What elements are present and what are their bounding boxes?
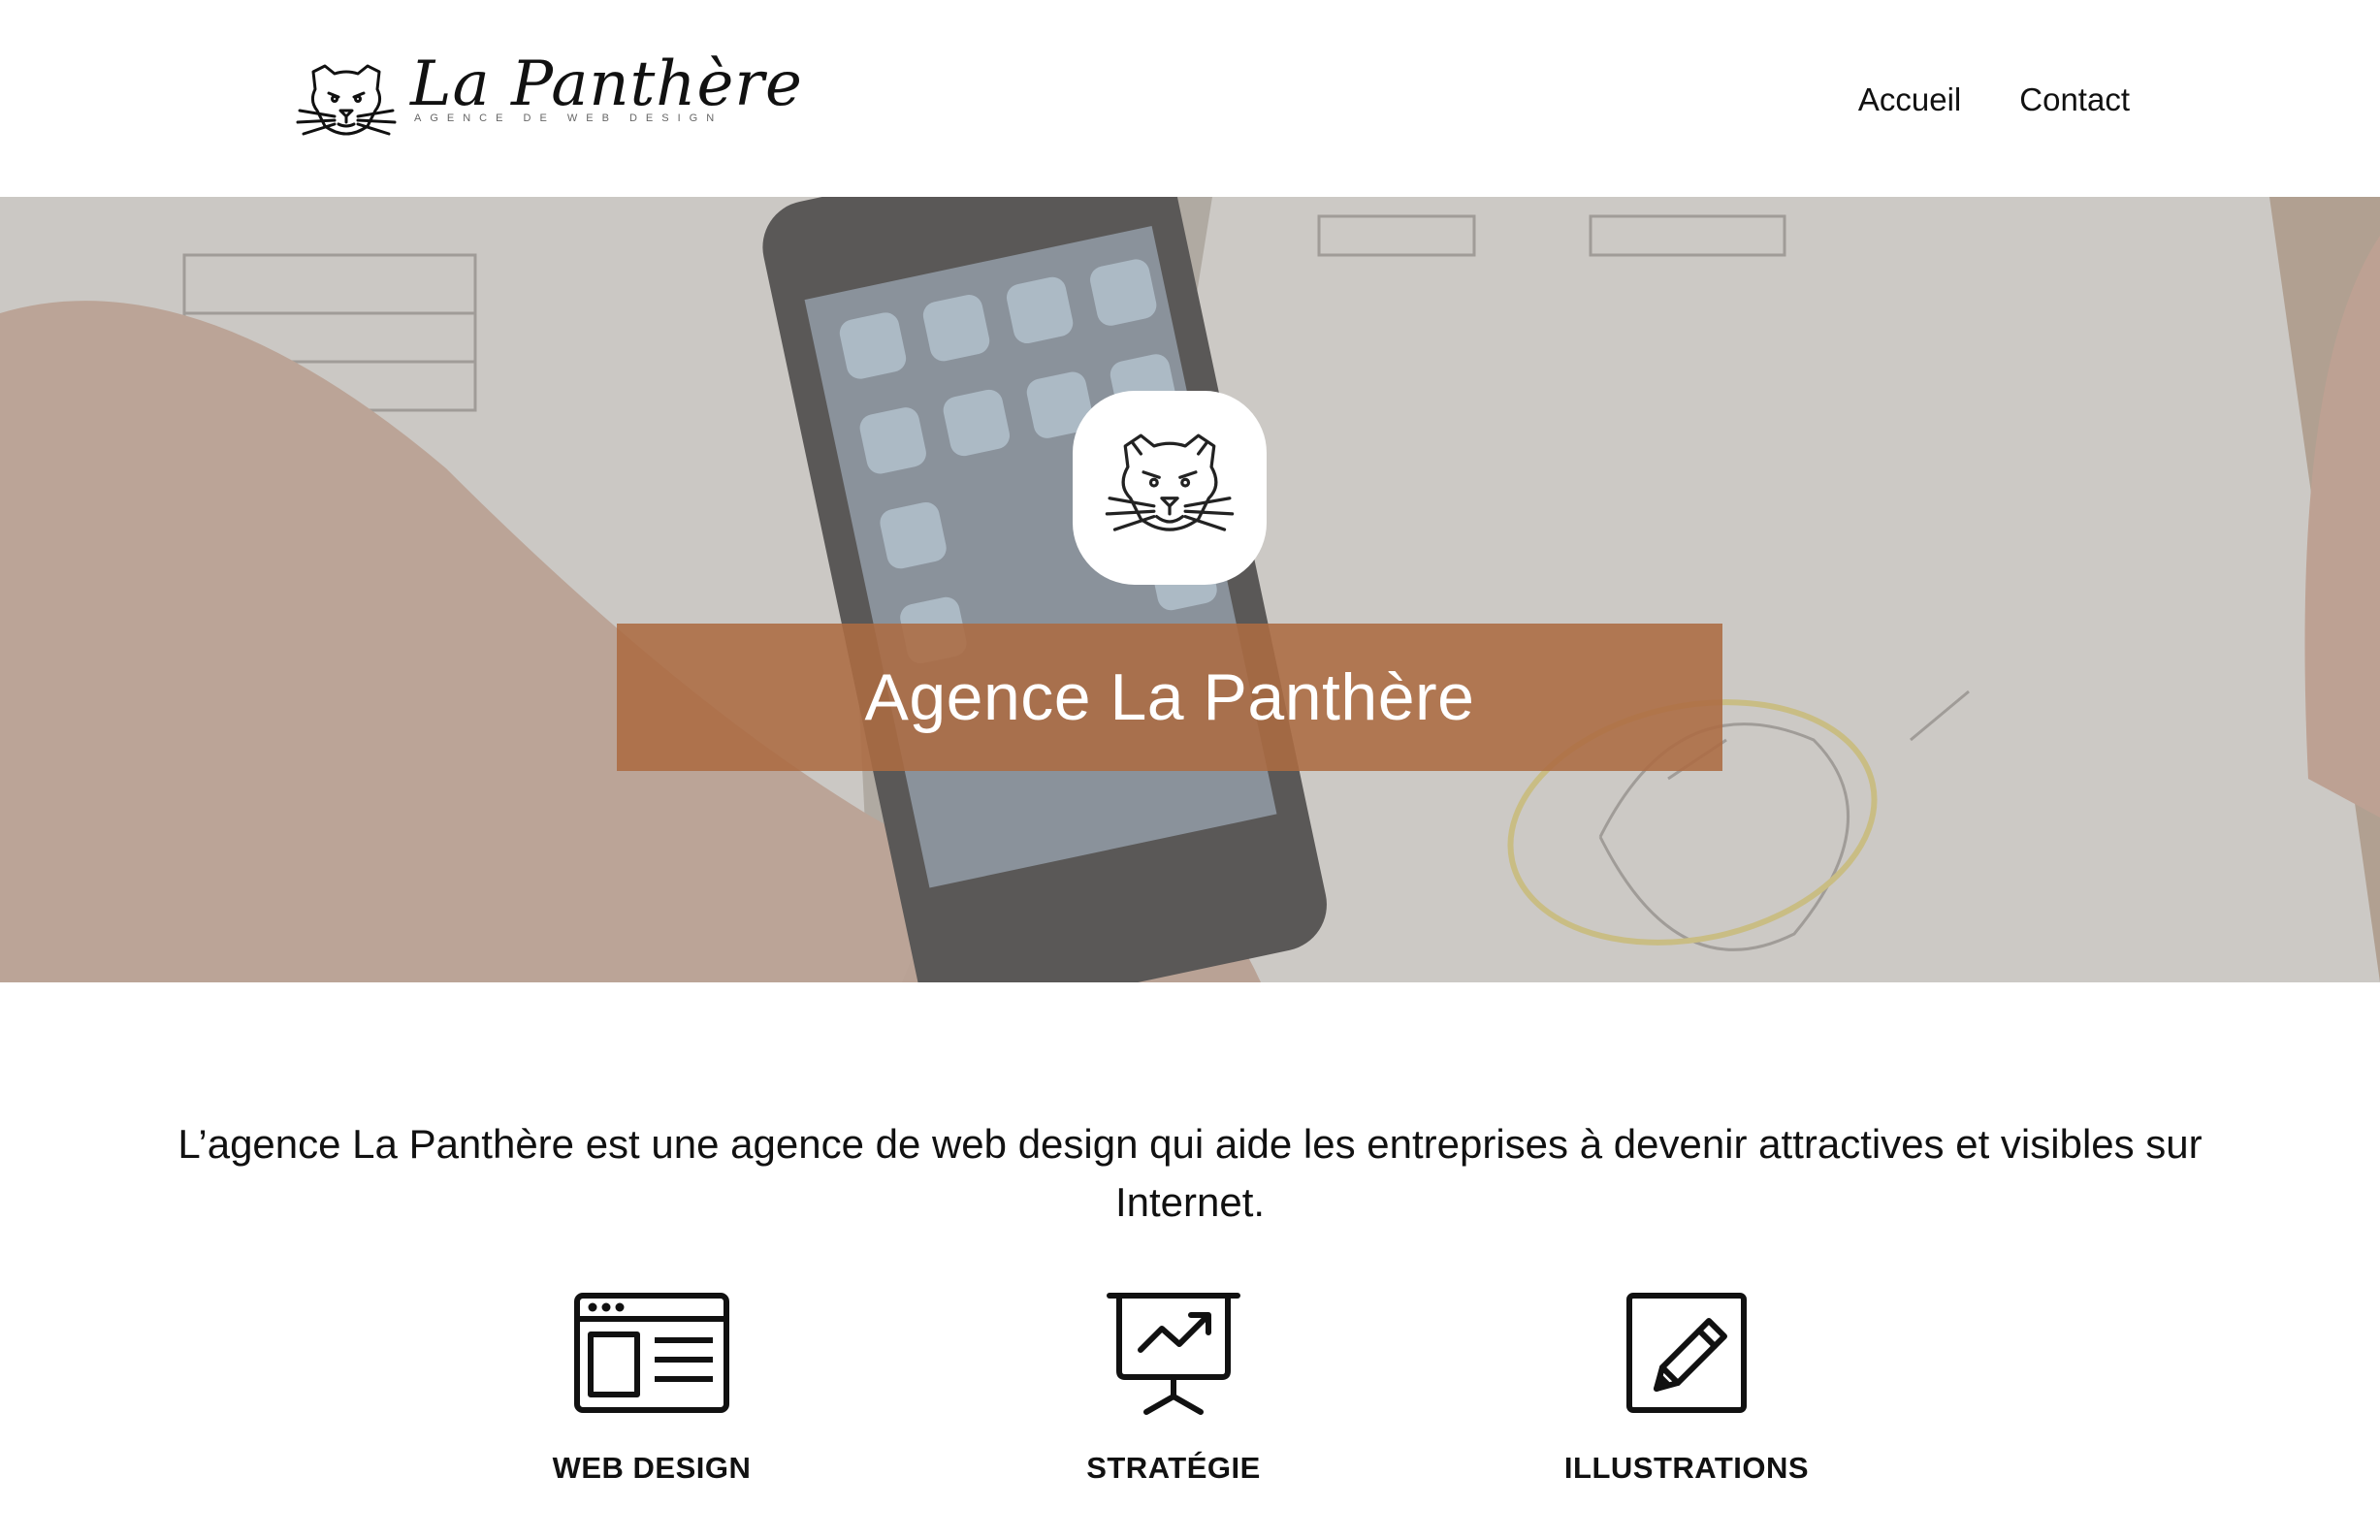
panther-head-icon — [296, 64, 397, 136]
hero-background-image — [0, 197, 2380, 982]
hero-title: Agence La Panthère — [864, 660, 1475, 734]
brand-tagline: AGENCE DE WEB DESIGN — [414, 112, 724, 124]
site-logo[interactable]: La Panthère AGENCE DE WEB DESIGN — [296, 48, 802, 151]
service-web-design: WEB DESIGN — [477, 1290, 826, 1486]
service-label: ILLUSTRATIONS — [1563, 1451, 1810, 1485]
site-header: La Panthère AGENCE DE WEB DESIGN Accueil… — [0, 0, 2380, 197]
brand-name: La Panthère — [410, 48, 803, 120]
hero-title-band: Agence La Panthère — [617, 624, 1722, 771]
service-strategie: STRATÉGIE — [999, 1290, 1348, 1486]
main-nav: Accueil Contact — [1858, 81, 2130, 118]
service-illustrations: ILLUSTRATIONS — [1512, 1290, 1861, 1486]
nav-link-contact[interactable]: Contact — [2019, 81, 2130, 118]
service-label: WEB DESIGN — [552, 1451, 752, 1485]
presentation-chart-icon — [1107, 1293, 1240, 1415]
panther-head-icon — [1105, 433, 1235, 531]
service-label: STRATÉGIE — [1086, 1451, 1261, 1485]
nav-link-accueil[interactable]: Accueil — [1858, 81, 1961, 118]
browser-window-icon — [574, 1293, 729, 1413]
hero-banner: Agence La Panthère — [0, 197, 2380, 982]
intro-text: L’agence La Panthère est une agence de w… — [177, 1121, 2203, 1225]
pencil-icon — [1626, 1293, 1747, 1413]
hero-logo-badge — [1073, 391, 1267, 585]
